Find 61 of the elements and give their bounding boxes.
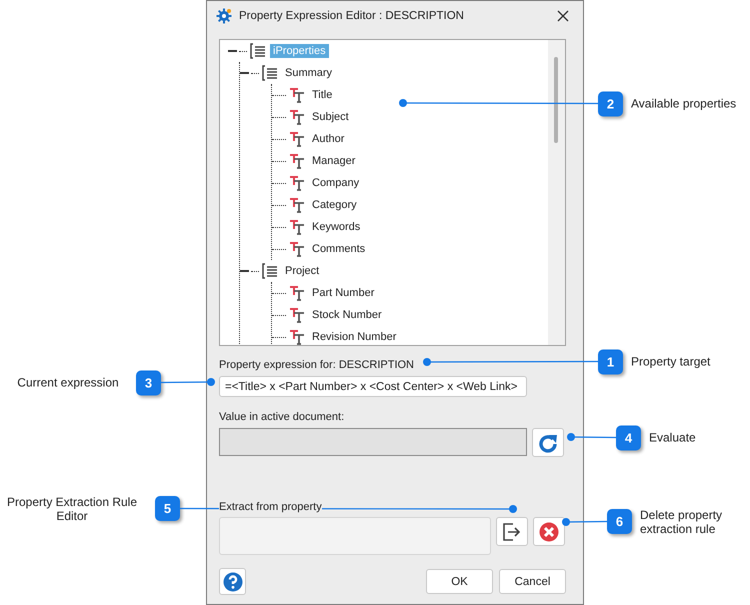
callout-label: Property Extraction Rule Editor [6,494,138,522]
help-icon [222,572,242,592]
callout-label: Current expression [16,376,120,390]
delete-rule-button[interactable] [533,517,565,546]
window-title: Property Expression Editor : DESCRIPTION [239,10,465,22]
text-type-icon [289,285,305,301]
tree-item[interactable]: Summary [282,66,336,80]
text-type-icon [289,329,305,345]
gear-icon [216,8,232,24]
text-type-icon [289,241,305,257]
callout-badge: 2 [598,91,623,116]
tree-item[interactable]: Title [309,88,336,102]
extract-button[interactable] [496,517,528,546]
tree-item[interactable]: Company [309,176,362,190]
tree-item[interactable]: Revision Number [309,330,400,344]
tree-item[interactable]: Keywords [309,220,364,234]
tree-item[interactable]: Subject [309,110,352,124]
ok-button[interactable]: OK [426,569,493,594]
refresh-icon [538,432,558,452]
field-label: Property expression for: DESCRIPTION [219,358,414,372]
expression-field[interactable]: =<Title> x <Part Number> x <Cost Center> x <Web Link> [219,376,527,397]
evaluate-button[interactable] [532,428,564,457]
tree-item[interactable]: Part Number [309,286,378,300]
scrollbar[interactable] [548,40,565,345]
callout-badge: 4 [616,425,641,450]
tree-item[interactable]: Comments [309,242,368,256]
close-icon[interactable] [557,10,569,22]
callout-badge: 3 [136,370,161,395]
extract-field[interactable] [219,517,491,555]
leader-line [161,378,215,386]
list-icon [250,43,266,59]
tree-item[interactable]: Author [309,132,348,146]
text-type-icon [289,197,305,213]
tree-item[interactable]: Category [309,198,360,212]
tree-item[interactable]: Manager [309,154,358,168]
tree-item[interactable]: Project [282,264,322,278]
text-type-icon [289,219,305,235]
callout-badge: 6 [607,509,632,534]
list-icon [262,65,278,81]
callout-label: Property target [631,354,710,368]
text-type-icon [289,153,305,169]
text-type-icon [289,175,305,191]
text-type-icon [289,307,305,323]
delete-icon [539,522,559,542]
leader-line [567,433,616,441]
scrollbar-thumb[interactable] [554,57,558,143]
callout-badge: 5 [155,496,180,521]
export-icon [503,522,521,540]
callout-label: Delete property extraction rule [640,508,724,536]
callout-badge: 1 [598,349,623,374]
leader-line [562,518,607,526]
field-label: Extract from property [219,500,322,514]
cancel-button[interactable]: Cancel [499,569,566,594]
callout-label: Evaluate [649,430,696,444]
help-button[interactable] [219,568,246,595]
tree-item[interactable]: Stock Number [309,308,385,322]
text-type-icon [289,87,305,103]
text-type-icon [289,131,305,147]
callout-label: Available properties [631,96,736,110]
text-type-icon [289,109,305,125]
list-icon [262,263,278,279]
